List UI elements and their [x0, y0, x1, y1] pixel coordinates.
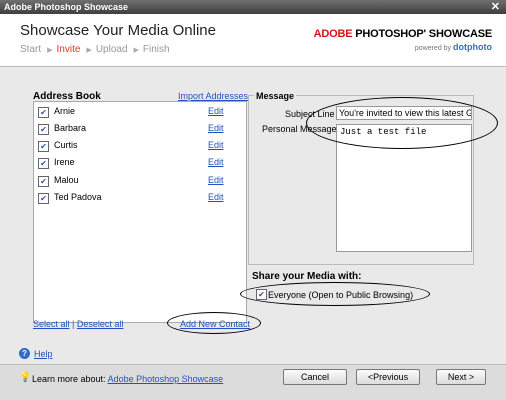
- brand-powered: powered by: [414, 45, 452, 52]
- main-content: Address Book Import Addresses ✔ Arnie Edit…: [0, 67, 506, 364]
- highlight-oval-subject: [306, 97, 498, 149]
- highlight-oval-add-contact: [167, 312, 261, 334]
- step-upload: Upload: [95, 44, 128, 55]
- header: Showcase Your Media Online Start ▶ Invite ▶…: [0, 14, 506, 67]
- step-arrow-icon: ▶: [133, 47, 139, 54]
- address-book-list[interactable]: ✔ Arnie Edit ✔ Barbara Edit ✔ Curtis Edit ✔ Ire…: [33, 101, 247, 323]
- list-item[interactable]: ✔ Curtis Edit: [38, 140, 242, 154]
- showcase-window: Adobe Photoshop Showcase ✕ Showcase Your…: [0, 0, 506, 400]
- footer-divider: [0, 364, 506, 365]
- edit-contact-link[interactable]: Edit: [208, 140, 224, 150]
- list-item[interactable]: ✔ Barbara Edit: [38, 123, 242, 137]
- contact-name: Ted Padova: [54, 192, 102, 202]
- previous-button[interactable]: <Previous: [356, 369, 420, 385]
- close-icon[interactable]: ✕: [491, 0, 500, 14]
- contact-checkbox[interactable]: ✔: [38, 124, 49, 135]
- edit-contact-link[interactable]: Edit: [208, 175, 224, 185]
- step-finish: Finish: [142, 44, 170, 55]
- contact-checkbox[interactable]: ✔: [38, 158, 49, 169]
- step-invite: Invite: [56, 44, 81, 55]
- help-icon[interactable]: ?: [19, 348, 30, 359]
- contact-checkbox[interactable]: ✔: [38, 193, 49, 204]
- contact-name: Malou: [54, 175, 79, 185]
- contact-name: Irene: [54, 157, 75, 167]
- link-separator: |: [72, 319, 75, 329]
- list-item[interactable]: ✔ Irene Edit: [38, 157, 242, 171]
- edit-contact-link[interactable]: Edit: [208, 123, 224, 133]
- step-arrow-icon: ▶: [47, 47, 53, 54]
- wizard-steps: Start ▶ Invite ▶ Upload ▶ Finish: [20, 44, 172, 55]
- contact-checkbox[interactable]: ✔: [38, 141, 49, 152]
- page-title: Showcase Your Media Online: [20, 22, 216, 39]
- list-item[interactable]: ✔ Arnie Edit: [38, 106, 242, 120]
- edit-contact-link[interactable]: Edit: [208, 157, 224, 167]
- learn-more-prefix: Learn more about:: [32, 374, 106, 384]
- edit-contact-link[interactable]: Edit: [208, 192, 224, 202]
- help-link[interactable]: Help: [34, 349, 53, 359]
- step-start: Start: [20, 44, 42, 55]
- list-item[interactable]: ✔ Malou Edit: [38, 175, 242, 189]
- brand-adobe: ADOBE: [313, 28, 353, 40]
- cancel-button[interactable]: Cancel: [283, 369, 347, 385]
- deselect-all-link[interactable]: Deselect all: [77, 319, 124, 329]
- import-addresses-link[interactable]: Import Addresses: [178, 91, 248, 101]
- edit-contact-link[interactable]: Edit: [208, 106, 224, 116]
- title-bar: Adobe Photoshop Showcase ✕: [0, 0, 506, 14]
- brand-partner: dotphoto: [453, 42, 492, 52]
- brand-product: PHOTOSHOP' SHOWCASE: [352, 28, 492, 40]
- list-item[interactable]: ✔ Ted Padova Edit: [38, 192, 242, 206]
- contact-checkbox[interactable]: ✔: [38, 107, 49, 118]
- contact-name: Barbara: [54, 123, 87, 133]
- contact-checkbox[interactable]: ✔: [38, 176, 49, 187]
- learn-more-link[interactable]: Adobe Photoshop Showcase: [108, 374, 224, 384]
- select-all-link[interactable]: Select all: [33, 319, 70, 329]
- selection-links: Select all | Deselect all: [33, 319, 123, 329]
- contact-name: Curtis: [54, 140, 78, 150]
- next-button[interactable]: Next >: [436, 369, 486, 385]
- brand-logo: ADOBE PHOTOSHOP' SHOWCASE powered by dot…: [313, 28, 493, 52]
- step-arrow-icon: ▶: [86, 47, 92, 54]
- message-legend: Message: [254, 91, 297, 101]
- contact-name: Arnie: [54, 106, 76, 116]
- learn-more-text: Learn more about: Adobe Photoshop Showca…: [32, 374, 223, 384]
- window-title: Adobe Photoshop Showcase: [4, 2, 129, 12]
- highlight-oval-share: [240, 282, 430, 306]
- lightbulb-icon: 💡: [19, 372, 32, 383]
- share-title: Share your Media with:: [252, 271, 362, 282]
